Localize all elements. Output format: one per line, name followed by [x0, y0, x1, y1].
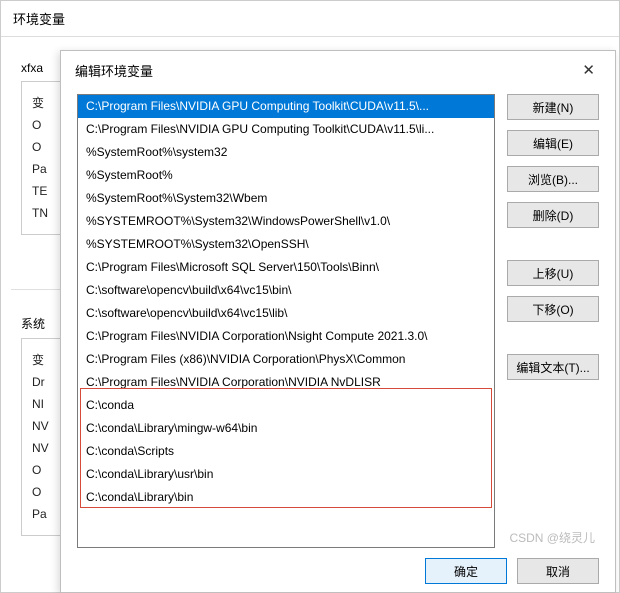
path-list-item[interactable]: C:\conda\Library\usr\bin — [78, 463, 494, 486]
path-list-item[interactable]: C:\Program Files\NVIDIA GPU Computing To… — [78, 95, 494, 118]
path-list-item[interactable]: C:\Program Files\NVIDIA Corporation\NVID… — [78, 371, 494, 394]
ok-button[interactable]: 确定 — [425, 558, 507, 584]
modal-title: 编辑环境变量 — [75, 61, 153, 80]
path-list-item[interactable]: C:\conda\Scripts — [78, 440, 494, 463]
path-list-item[interactable]: %SystemRoot%\system32 — [78, 141, 494, 164]
path-list-item[interactable]: C:\conda — [78, 394, 494, 417]
new-button[interactable]: 新建(N) — [507, 94, 599, 120]
path-list-item[interactable]: %SystemRoot%\System32\Wbem — [78, 187, 494, 210]
path-list-item[interactable]: %SYSTEMROOT%\System32\OpenSSH\ — [78, 233, 494, 256]
path-list-item[interactable]: C:\software\opencv\build\x64\vc15\lib\ — [78, 302, 494, 325]
modal-titlebar: 编辑环境变量 ✕ — [61, 51, 615, 90]
path-list-item[interactable]: %SYSTEMROOT%\System32\WindowsPowerShell\… — [78, 210, 494, 233]
close-icon[interactable]: ✕ — [576, 61, 601, 80]
delete-button[interactable]: 删除(D) — [507, 202, 599, 228]
path-list-item[interactable]: C:\conda\Library\mingw-w64\bin — [78, 417, 494, 440]
move-up-button[interactable]: 上移(U) — [507, 260, 599, 286]
modal-footer: 确定 取消 — [61, 548, 615, 592]
browse-button[interactable]: 浏览(B)... — [507, 166, 599, 192]
path-list-item[interactable]: C:\software\opencv\build\x64\vc15\bin\ — [78, 279, 494, 302]
button-column: 新建(N) 编辑(E) 浏览(B)... 删除(D) 上移(U) 下移(O) 编… — [507, 94, 599, 548]
path-list-item[interactable]: C:\Program Files\NVIDIA GPU Computing To… — [78, 118, 494, 141]
path-list-item[interactable]: %SystemRoot% — [78, 164, 494, 187]
path-list-item[interactable]: C:\Program Files (x86)\NVIDIA Corporatio… — [78, 348, 494, 371]
cancel-button[interactable]: 取消 — [517, 558, 599, 584]
path-list-item[interactable]: C:\conda\Library\bin — [78, 486, 494, 509]
path-listbox[interactable]: C:\Program Files\NVIDIA GPU Computing To… — [77, 94, 495, 548]
edit-button[interactable]: 编辑(E) — [507, 130, 599, 156]
path-list-item[interactable]: C:\Program Files\Microsoft SQL Server\15… — [78, 256, 494, 279]
move-down-button[interactable]: 下移(O) — [507, 296, 599, 322]
edit-env-var-dialog: 编辑环境变量 ✕ C:\Program Files\NVIDIA GPU Com… — [60, 50, 616, 593]
path-list-item[interactable]: C:\Program Files\NVIDIA Corporation\Nsig… — [78, 325, 494, 348]
modal-body: C:\Program Files\NVIDIA GPU Computing To… — [61, 90, 615, 548]
parent-dialog-title: 环境变量 — [1, 1, 619, 37]
edit-text-button[interactable]: 编辑文本(T)... — [507, 354, 599, 380]
